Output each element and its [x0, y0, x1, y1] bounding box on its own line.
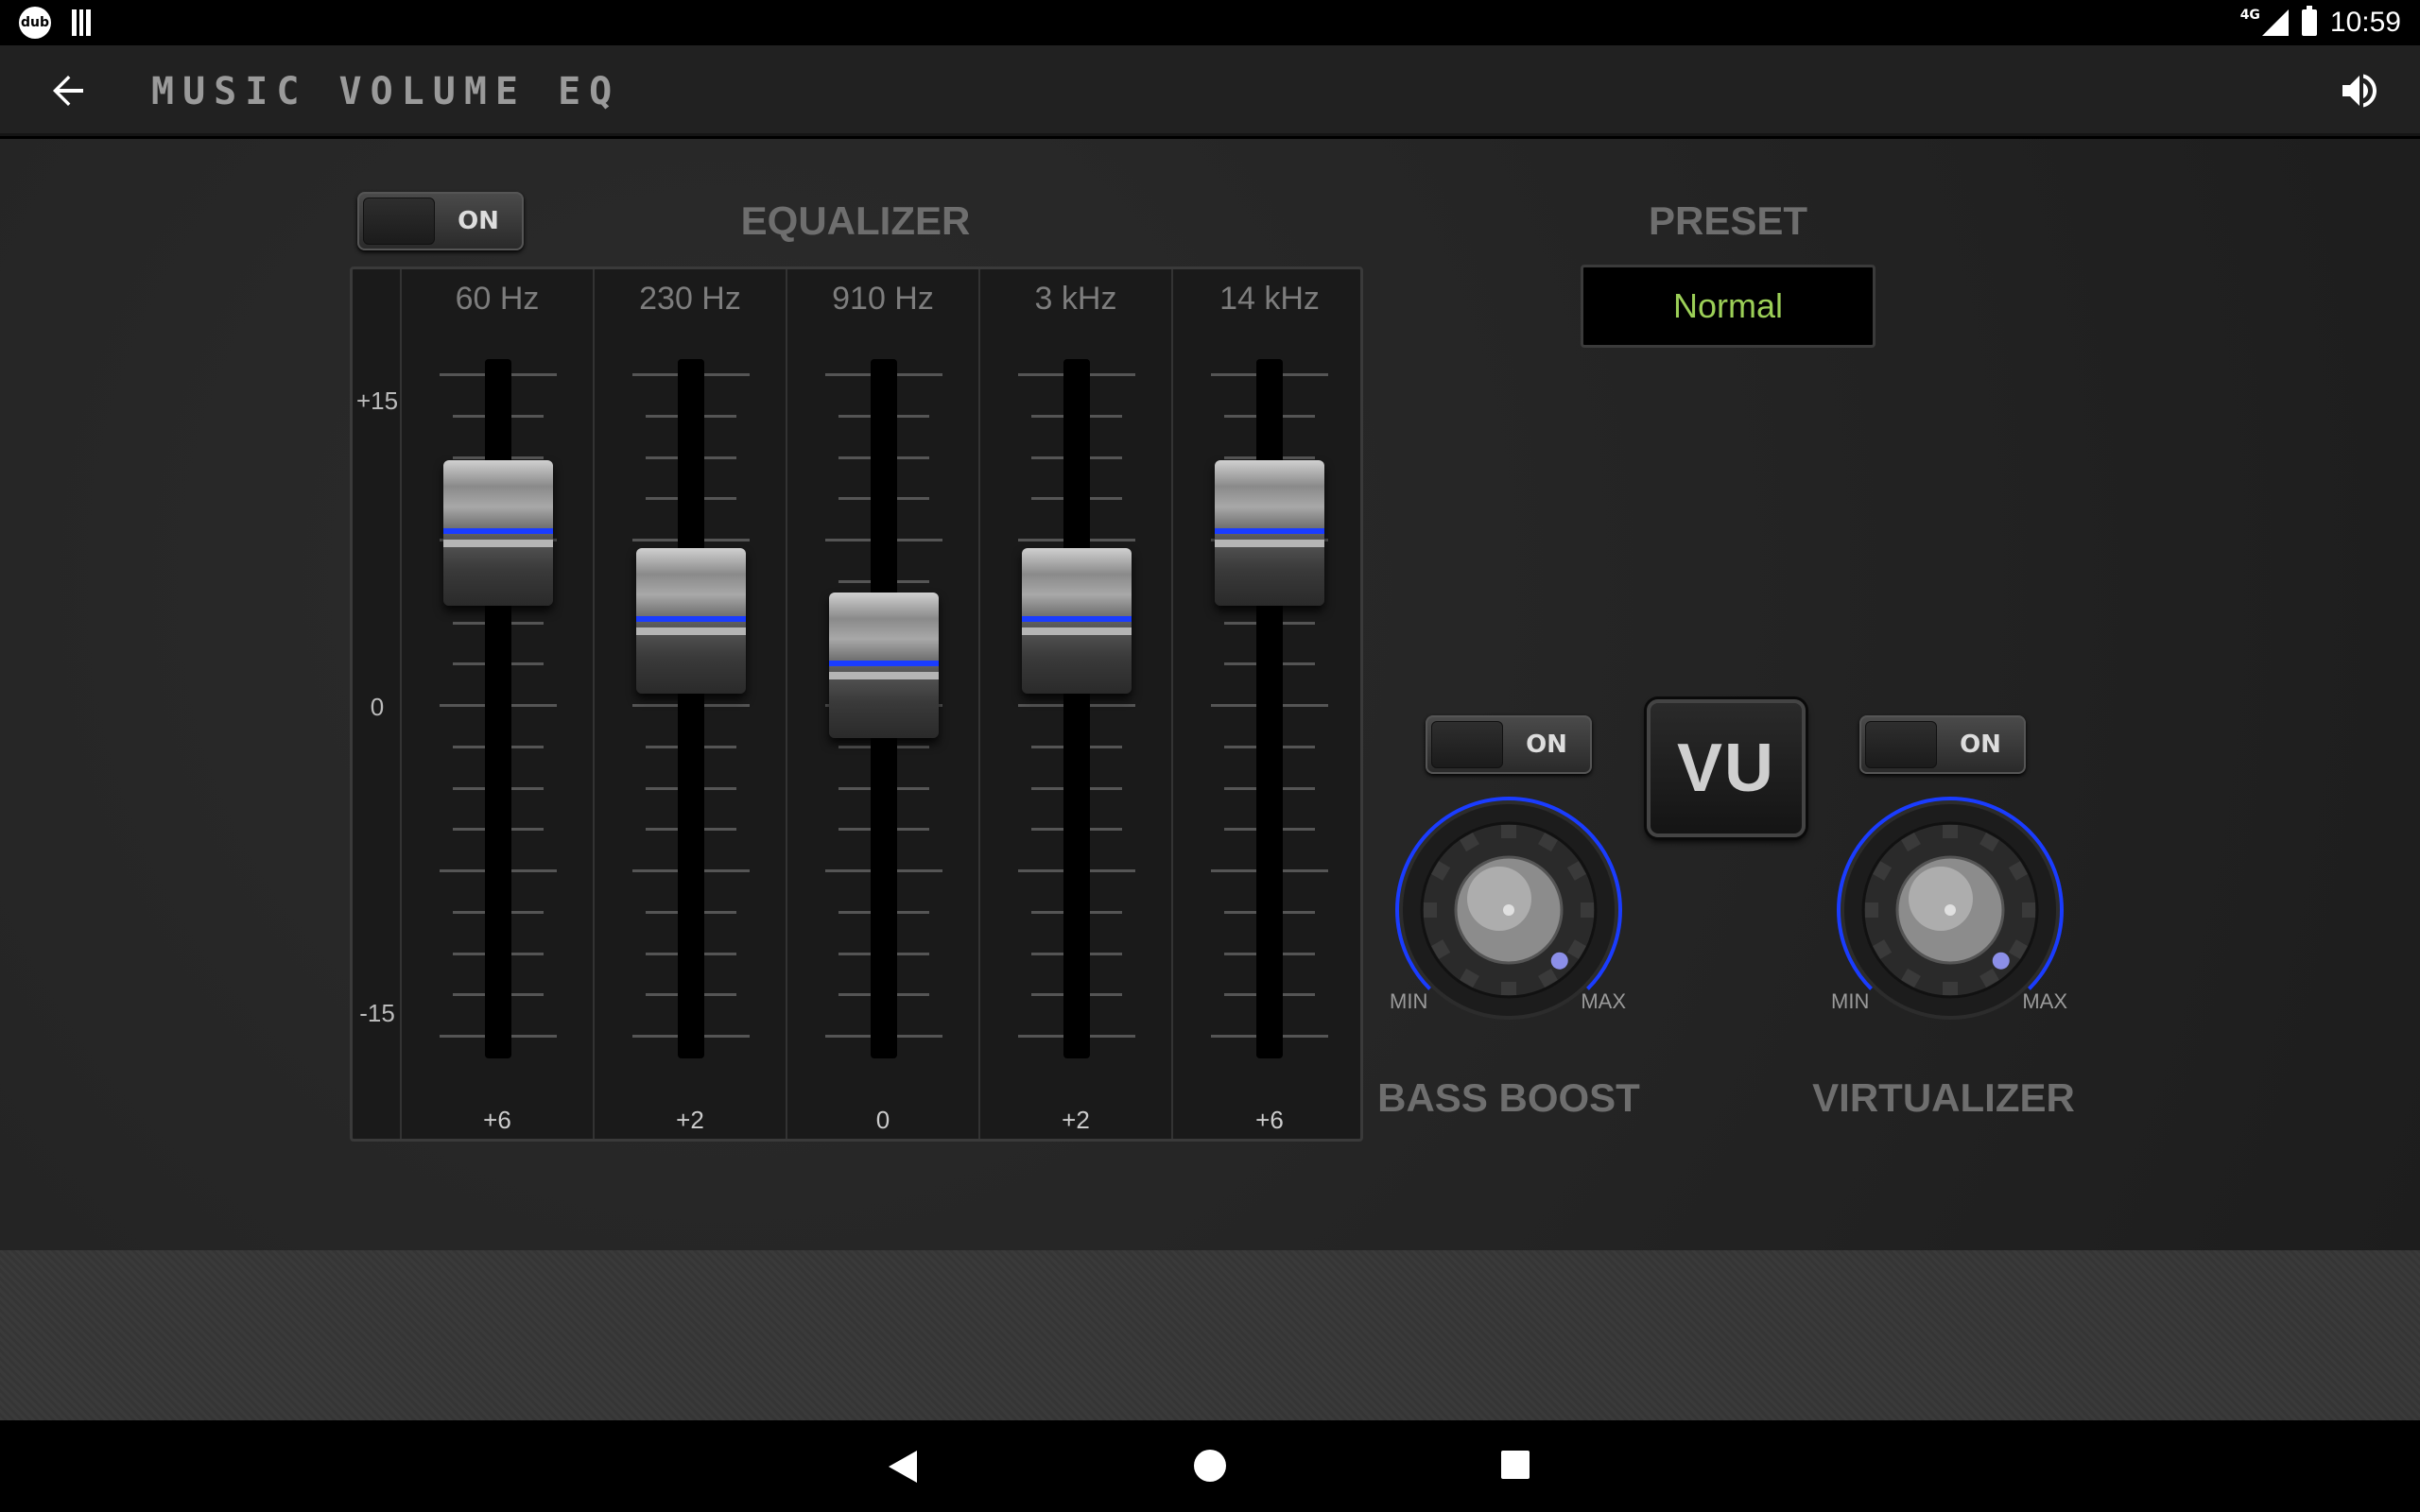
band-value-label: +6 — [1255, 1106, 1284, 1134]
thumb-indicator-line — [1022, 616, 1132, 623]
toggle-label: ON — [1960, 730, 2001, 759]
knob-indicator-dot — [1992, 952, 2010, 970]
thumb-grip-line — [1215, 540, 1324, 547]
knob-notch — [1581, 902, 1594, 918]
eq-band-1: 230 Hz +2 — [595, 269, 787, 1139]
knob-notch — [2022, 902, 2035, 918]
eq-band-4: 14 kHz +6 — [1173, 269, 1366, 1139]
preset-selector[interactable]: Normal — [1581, 265, 1876, 348]
equalizer-label: EQUALIZER — [740, 198, 971, 243]
bass-boost-knob[interactable]: MIN MAX — [1388, 789, 1630, 1031]
nav-recents-icon[interactable] — [1501, 1451, 1530, 1479]
band-frequency-label: 60 Hz — [455, 281, 540, 317]
thumb-indicator-line — [636, 616, 746, 623]
knob-center — [1945, 904, 1956, 916]
status-clock: 10:59 — [2329, 7, 2401, 38]
equalizer-panel: +15 0 -15 60 Hz +6 230 Hz +2 910 Hz 0 3 kHz +2 1… — [350, 266, 1363, 1142]
band-frequency-label: 3 kHz — [1034, 281, 1117, 317]
band-frequency-label: 14 kHz — [1219, 281, 1320, 317]
eq-band-0: 60 Hz +6 — [402, 269, 595, 1139]
knob-notch — [1501, 825, 1516, 838]
virtualizer-knob[interactable]: MIN MAX — [1829, 789, 2071, 1031]
knob-center — [1503, 904, 1514, 916]
band-value-label: 0 — [875, 1106, 890, 1134]
toggle-thumb — [363, 198, 435, 245]
knob-indicator-dot — [1550, 952, 1568, 970]
battery-icon — [2301, 6, 2317, 36]
scale-max-label: +15 — [355, 387, 399, 415]
signal-icon — [2261, 9, 2289, 36]
thumb-indicator-line — [829, 661, 939, 666]
knob-notch — [1865, 902, 1878, 918]
arrow-left-icon[interactable] — [45, 68, 91, 113]
toggle-thumb — [1865, 721, 1937, 768]
vu-meter-button[interactable]: VU — [1647, 699, 1806, 837]
slider-thumb[interactable] — [1022, 548, 1132, 695]
speaker-volume-icon[interactable] — [2337, 68, 2382, 113]
virtualizer-toggle[interactable]: ON — [1859, 715, 2026, 774]
slider-thumb[interactable] — [829, 593, 939, 738]
thumb-indicator-line — [1215, 528, 1324, 534]
thumb-grip-line — [443, 540, 553, 547]
slider-thumb[interactable] — [636, 548, 746, 695]
knob-shine — [1467, 867, 1531, 931]
band-frequency-label: 910 Hz — [832, 281, 934, 317]
knob-notch — [1943, 982, 1958, 995]
eq-band-3: 3 kHz +2 — [980, 269, 1173, 1139]
thumb-grip-line — [636, 627, 746, 636]
toggle-label: ON — [458, 207, 499, 235]
barcode-icon — [72, 9, 92, 36]
knob-notch — [1501, 982, 1516, 995]
network-type-label: 4G — [2239, 8, 2260, 23]
band-frequency-label: 230 Hz — [639, 281, 741, 317]
bottom-panel — [0, 1250, 2420, 1420]
equalizer-toggle[interactable]: ON — [357, 192, 524, 250]
band-value-label: +2 — [1062, 1106, 1090, 1134]
virtualizer-label: VIRTUALIZER — [1812, 1075, 2075, 1120]
knob-min-label: MIN — [1390, 989, 1428, 1013]
nav-back-icon[interactable] — [889, 1451, 917, 1483]
bass-boost-toggle[interactable]: ON — [1426, 715, 1592, 774]
dub-app-icon: dub — [19, 7, 51, 39]
thumb-grip-line — [829, 672, 939, 679]
knob-min-label: MIN — [1831, 989, 1870, 1013]
slider-track[interactable] — [678, 359, 704, 1058]
scale-mid-label: 0 — [370, 693, 385, 721]
scale-min-label: -15 — [359, 999, 395, 1027]
app-bar: Music Volume EQ — [0, 45, 2420, 136]
thumb-indicator-line — [443, 528, 553, 534]
nav-home-icon[interactable] — [1194, 1450, 1226, 1482]
db-scale: +15 0 -15 — [353, 269, 402, 1139]
knob-shine — [1909, 867, 1973, 931]
knob-max-label: MAX — [2022, 989, 2067, 1013]
slider-thumb[interactable] — [443, 460, 553, 606]
band-value-label: +2 — [676, 1106, 704, 1134]
band-value-label: +6 — [483, 1106, 511, 1134]
status-bar: dub 4G 10:59 — [0, 0, 2420, 45]
knob-max-label: MAX — [1581, 989, 1626, 1013]
knob-notch — [1424, 902, 1437, 918]
toggle-thumb — [1431, 721, 1503, 768]
preset-label: PRESET — [1648, 198, 1808, 243]
eq-band-2: 910 Hz 0 — [787, 269, 980, 1139]
knob-notch — [1943, 825, 1958, 838]
bass-boost-label: BASS BOOST — [1377, 1075, 1640, 1120]
page-title: Music Volume EQ — [151, 70, 621, 113]
slider-thumb[interactable] — [1215, 460, 1324, 606]
slider-track[interactable] — [1063, 359, 1090, 1058]
toggle-label: ON — [1526, 730, 1567, 759]
navigation-bar — [0, 1420, 2420, 1512]
thumb-grip-line — [1022, 627, 1132, 636]
